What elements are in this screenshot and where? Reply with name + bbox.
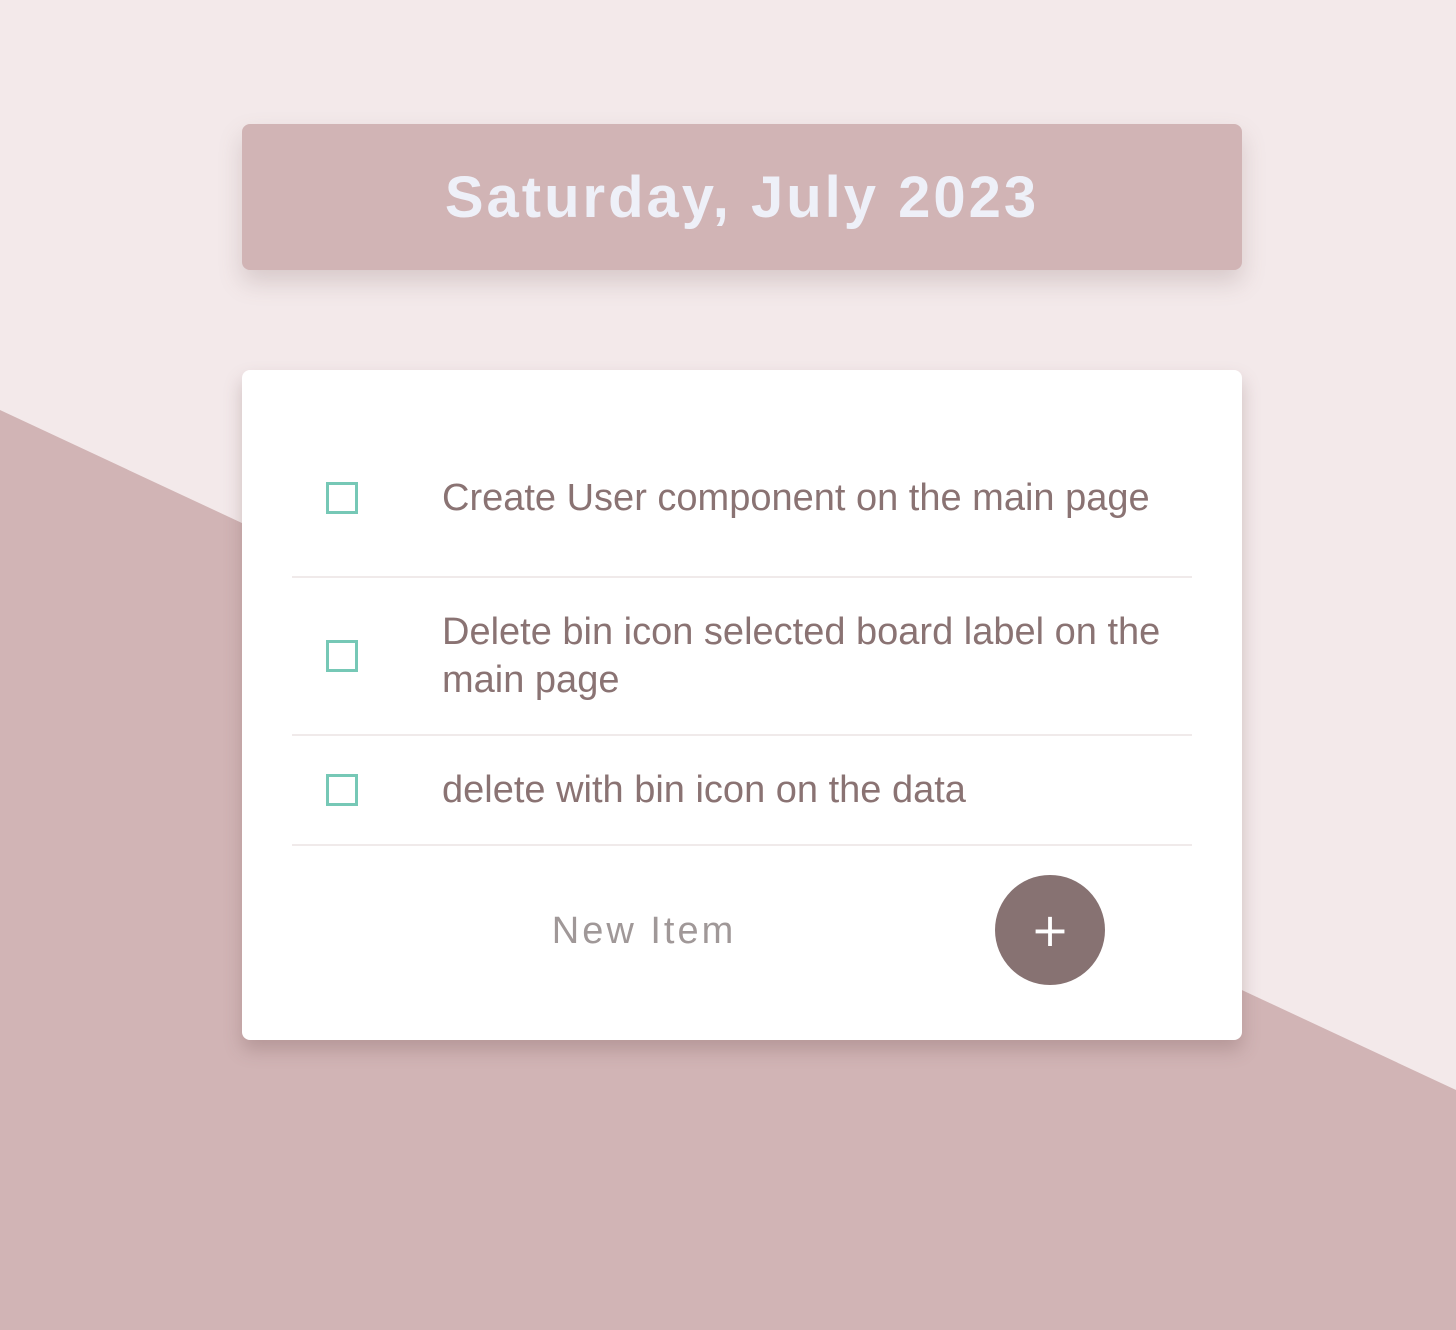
item-text: Delete bin icon selected board label on … xyxy=(442,611,1161,701)
item-checkbox[interactable] xyxy=(326,640,358,672)
todo-card: Create User component on the main page D… xyxy=(242,370,1242,1040)
list-item: Delete bin icon selected board label on … xyxy=(292,578,1192,736)
new-item-input[interactable] xyxy=(392,900,896,962)
item-text: Create User component on the main page xyxy=(442,477,1150,519)
page-title: Saturday, July 2023 xyxy=(444,164,1040,230)
plus-icon: + xyxy=(1030,903,1070,957)
item-checkbox[interactable] xyxy=(326,482,358,514)
date-header: Saturday, July 2023 xyxy=(242,124,1242,270)
item-checkbox[interactable] xyxy=(326,774,358,806)
new-item-form: + xyxy=(292,875,1192,985)
todo-list: Create User component on the main page D… xyxy=(292,420,1192,846)
add-item-button[interactable]: + xyxy=(995,875,1105,985)
list-item: delete with bin icon on the data xyxy=(292,736,1192,846)
item-text: delete with bin icon on the data xyxy=(442,769,966,811)
list-item: Create User component on the main page xyxy=(292,420,1192,578)
